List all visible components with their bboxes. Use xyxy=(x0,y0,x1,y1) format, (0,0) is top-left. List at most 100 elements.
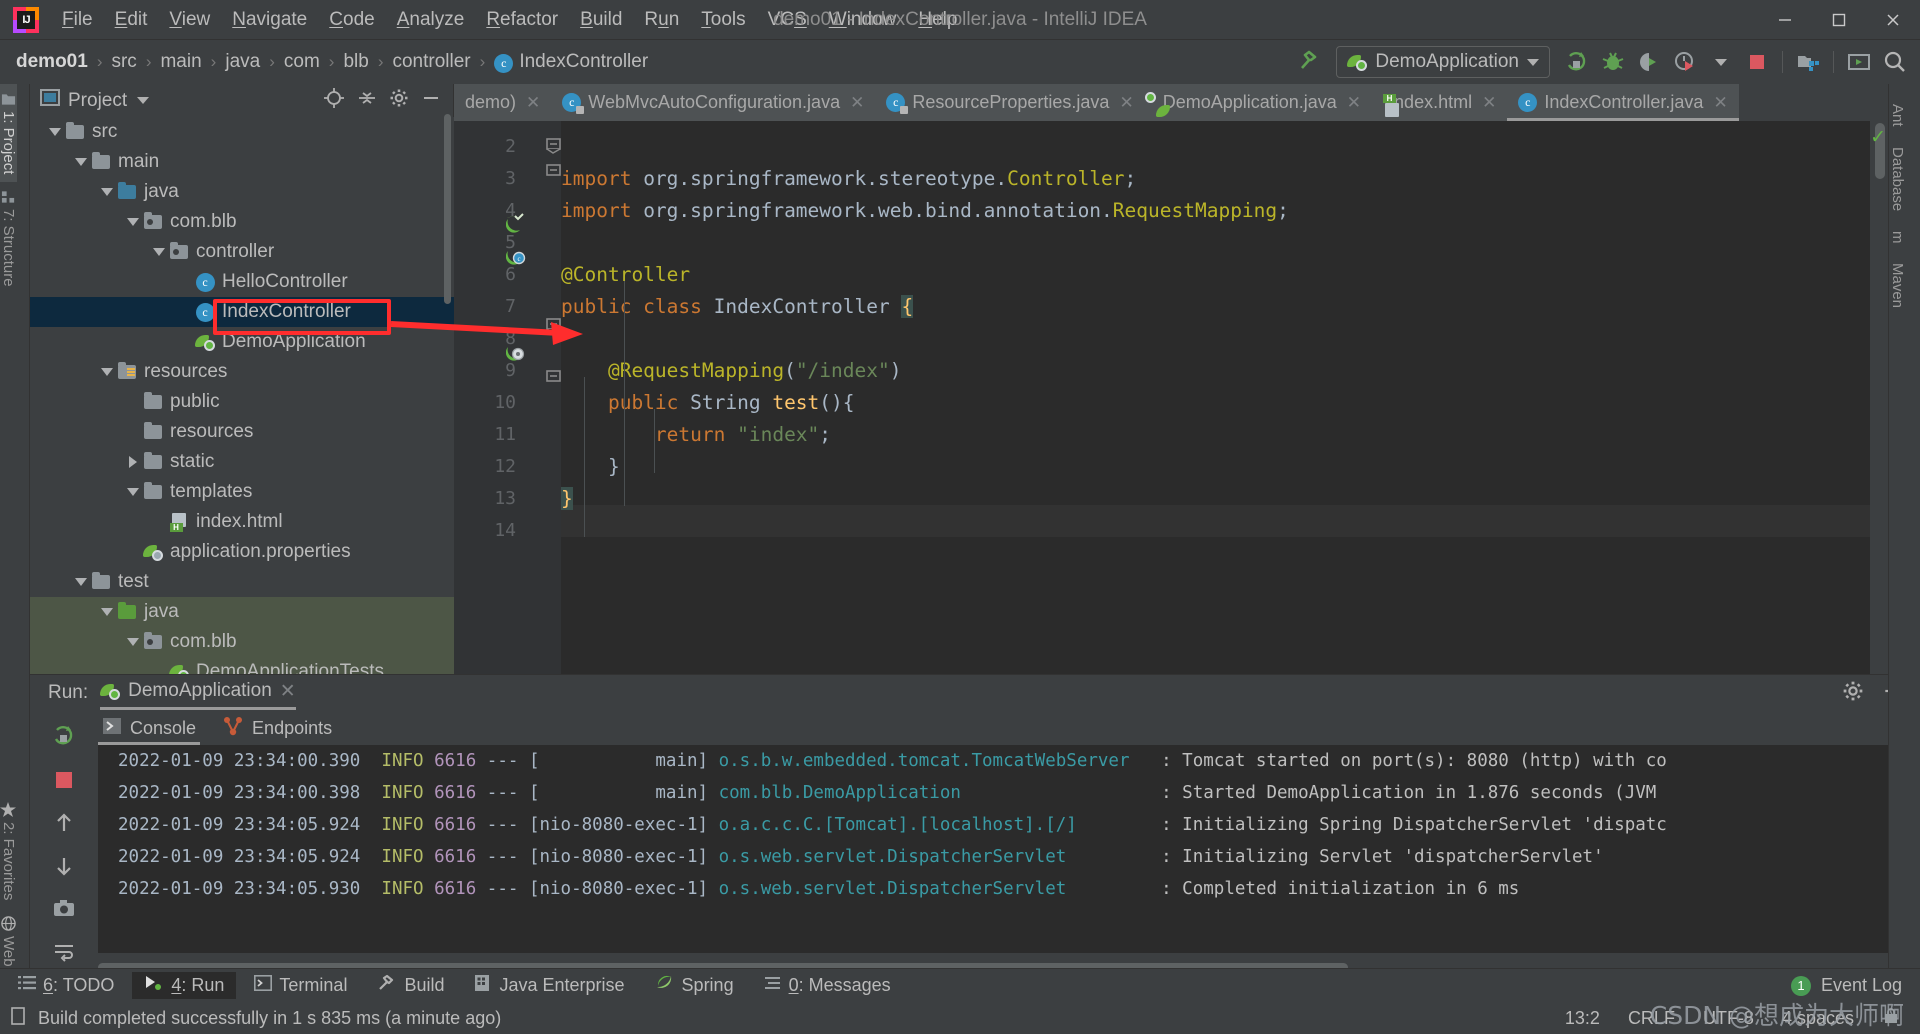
tree-node-com-blb[interactable]: com.blb xyxy=(30,207,454,237)
editor-tab-demo-[interactable]: demo) ✕ xyxy=(454,84,552,121)
stripe-button-maven[interactable]: Maven xyxy=(1889,253,1906,318)
tree-node-templates[interactable]: templates xyxy=(30,477,454,507)
menu-item-refactor[interactable]: Refactor xyxy=(475,7,569,33)
tree-node-com-blb[interactable]: com.blb xyxy=(30,627,454,657)
collapse-all-icon[interactable] xyxy=(357,88,377,113)
tree-node-controller[interactable]: controller xyxy=(30,237,454,267)
code-editor[interactable]: 2 3 4 5 6 7 8 9 10 11 12 13 14 import org.springfram… xyxy=(454,121,1888,674)
tree-node-public[interactable]: public xyxy=(30,387,454,417)
editor-tab-index-html[interactable]: Hindex.html ✕ xyxy=(1372,84,1508,121)
locate-icon[interactable] xyxy=(323,87,345,114)
chevron-down-icon[interactable] xyxy=(150,248,168,256)
tool-window-button-build[interactable]: Build xyxy=(365,971,456,1000)
chevron-down-icon[interactable] xyxy=(72,578,90,586)
project-tree[interactable]: src main java com.blb controller c HelloContro… xyxy=(30,117,454,674)
stripe-button-1-project[interactable]: 1: Project xyxy=(0,84,17,183)
console-tab-bar[interactable]: Console Endpoints xyxy=(98,711,336,745)
breadcrumb-item-com[interactable]: com xyxy=(282,51,322,73)
breadcrumb-item-controller[interactable]: controller xyxy=(390,51,472,73)
tree-node-java[interactable]: java xyxy=(30,597,454,627)
maximize-button[interactable] xyxy=(1812,0,1866,40)
chevron-down-icon[interactable] xyxy=(124,638,142,646)
menu-item-run[interactable]: Run xyxy=(633,7,690,33)
down-button[interactable] xyxy=(52,854,76,883)
close-icon[interactable]: ✕ xyxy=(1482,93,1496,113)
tool-window-button-spring[interactable]: Spring xyxy=(643,971,746,1000)
menu-item-code[interactable]: Code xyxy=(318,7,385,33)
chevron-right-icon[interactable] xyxy=(124,456,142,468)
menu-item-build[interactable]: Build xyxy=(569,7,633,33)
tool-window-button-java-enterprise[interactable]: Java Enterprise xyxy=(462,971,636,1000)
close-icon[interactable]: ✕ xyxy=(280,680,296,703)
tool-window-bar[interactable]: 6: TODO 4: Run Terminal Build Java Enterpris… xyxy=(0,968,1920,1002)
tree-node-java[interactable]: java xyxy=(30,177,454,207)
chevron-down-icon[interactable] xyxy=(124,218,142,226)
project-structure-button[interactable] xyxy=(1791,45,1825,79)
close-icon[interactable]: ✕ xyxy=(526,93,540,113)
spring-bean-icon[interactable]: c xyxy=(505,245,526,270)
run-with-coverage-button[interactable] xyxy=(1632,45,1666,79)
menu-item-vcs[interactable]: VCS xyxy=(757,7,818,33)
editor-tab-indexcontroller-java[interactable]: c IndexController.java ✕ xyxy=(1507,84,1740,121)
console-tab-console[interactable]: Console xyxy=(98,711,201,745)
stripe-button-ant[interactable]: Ant xyxy=(1889,94,1906,137)
fold-marker-import-end[interactable] xyxy=(544,161,564,181)
tool-window-button-4-run[interactable]: 4: Run xyxy=(132,972,237,999)
debug-button[interactable] xyxy=(1596,45,1630,79)
event-log-label[interactable]: Event Log xyxy=(1821,975,1902,996)
tree-node-hellocontroller[interactable]: c HelloController xyxy=(30,267,454,297)
caret-position[interactable]: 13:2 xyxy=(1565,1008,1600,1029)
soft-wrap-button[interactable] xyxy=(52,940,76,969)
tree-node-resources[interactable]: resources xyxy=(30,417,454,447)
fold-marker-method-end[interactable] xyxy=(544,367,564,387)
updates-button[interactable] xyxy=(1842,45,1876,79)
tree-node-test[interactable]: test xyxy=(30,567,454,597)
console-tab-endpoints[interactable]: Endpoints xyxy=(218,711,336,745)
chevron-down-icon[interactable] xyxy=(72,158,90,166)
chevron-down-icon[interactable] xyxy=(98,188,116,196)
project-tree-scrollbar[interactable] xyxy=(444,114,451,304)
menu-item-tools[interactable]: Tools xyxy=(690,7,756,33)
tree-node-src[interactable]: src xyxy=(30,117,454,147)
hide-icon[interactable] xyxy=(421,88,441,113)
tree-node-application-properties[interactable]: application.properties xyxy=(30,537,454,567)
menu-item-window[interactable]: Window xyxy=(818,7,908,33)
tool-window-button-6-todo[interactable]: 6: TODO xyxy=(6,972,126,999)
run-config-tab[interactable]: DemoApplication ✕ xyxy=(100,680,296,710)
menu-item-view[interactable]: View xyxy=(158,7,221,33)
close-button[interactable] xyxy=(1866,0,1920,40)
close-icon[interactable]: ✕ xyxy=(1713,93,1727,113)
breadcrumb-item-main[interactable]: main xyxy=(158,51,203,73)
stripe-button-m[interactable]: m xyxy=(1889,221,1906,254)
tool-window-button-terminal[interactable]: Terminal xyxy=(242,972,359,999)
minimize-button[interactable] xyxy=(1758,0,1812,40)
breadcrumb-item-blb[interactable]: blb xyxy=(341,51,370,73)
tree-node-index-html[interactable]: Hindex.html xyxy=(30,507,454,537)
rerun-button[interactable] xyxy=(51,723,77,754)
chevron-down-icon[interactable] xyxy=(98,368,116,376)
bean-check-icon[interactable] xyxy=(505,213,526,238)
fold-marker-import[interactable] xyxy=(544,135,564,155)
inspection-status-icon[interactable]: ✓ xyxy=(1870,126,1886,149)
spring-mapping-icon[interactable] xyxy=(505,341,526,366)
tree-node-demoapplicationtests[interactable]: DemoApplicationTests xyxy=(30,657,454,674)
breadcrumb-item-demo01[interactable]: demo01 xyxy=(14,51,90,73)
close-icon[interactable]: ✕ xyxy=(850,93,864,113)
up-button[interactable] xyxy=(52,811,76,840)
editor-tab-resourceproperties-java[interactable]: c ResourceProperties.java ✕ xyxy=(875,84,1145,121)
editor-tab-bar[interactable]: demo) ✕ c WebMvcAutoConfiguration.java ✕ c Res… xyxy=(454,84,1888,121)
menu-item-analyze[interactable]: Analyze xyxy=(386,7,476,33)
menu-item-navigate[interactable]: Navigate xyxy=(221,7,318,33)
breadcrumb-item-java[interactable]: java xyxy=(223,51,262,73)
editor-tab-demoapplication-java[interactable]: DemoApplication.java ✕ xyxy=(1144,84,1373,121)
chevron-down-icon[interactable] xyxy=(98,608,116,616)
settings-gear-icon[interactable] xyxy=(389,88,409,113)
chevron-down-icon[interactable] xyxy=(46,128,64,136)
tree-node-main[interactable]: main xyxy=(30,147,454,177)
breadcrumb-item-src[interactable]: src xyxy=(109,51,138,73)
stripe-button-7-structure[interactable]: 7: Structure xyxy=(0,182,17,295)
stop-button[interactable] xyxy=(52,768,76,797)
tool-window-button-0-messages[interactable]: 0: Messages xyxy=(752,972,903,999)
run-configuration-selector[interactable]: DemoApplication xyxy=(1336,46,1550,78)
event-log-area[interactable]: 1 Event Log xyxy=(1790,975,1920,996)
